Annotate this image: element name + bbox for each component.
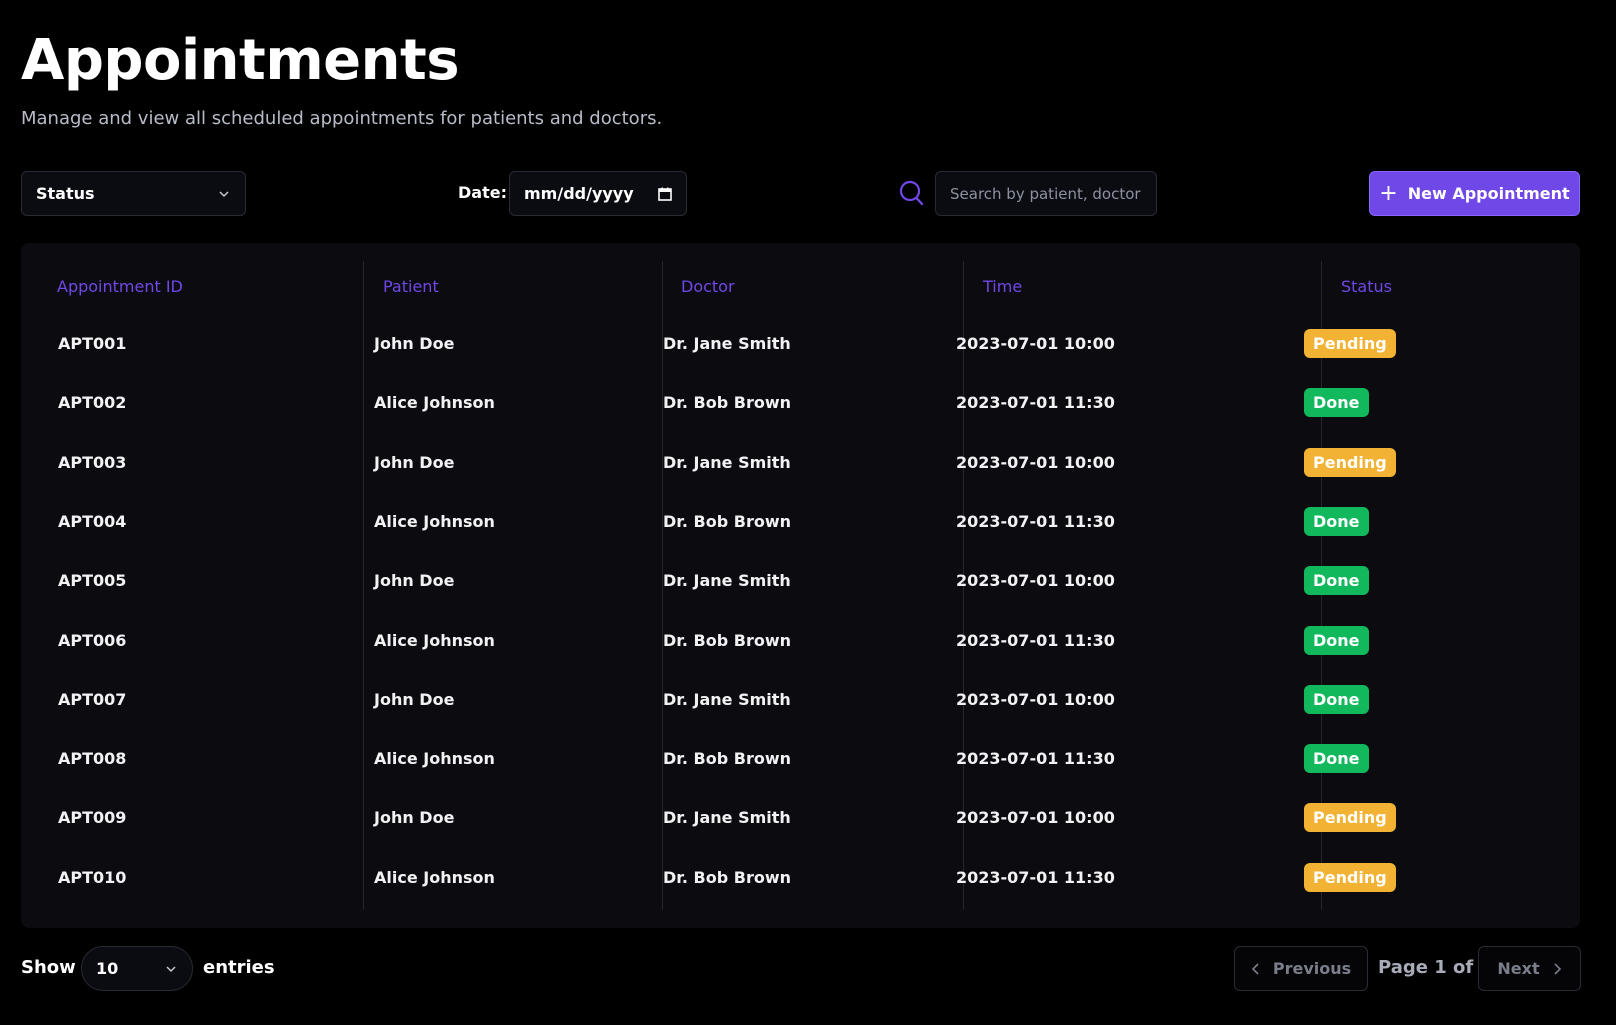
chevron-right-icon	[1554, 962, 1561, 975]
entries-per-page-select[interactable]: 10	[81, 946, 193, 991]
date-filter-input[interactable]: mm/dd/yyyy	[509, 171, 687, 216]
table-cell-patient: Alice Johnson	[374, 393, 495, 412]
status-filter-select[interactable]: Status	[21, 171, 246, 216]
next-page-button[interactable]: Next	[1478, 946, 1581, 991]
table-cell-patient: Alice Johnson	[374, 749, 495, 768]
entries-per-page-value: 10	[96, 959, 119, 978]
table-cell-doctor: Dr. Bob Brown	[663, 393, 791, 412]
status-badge: Done	[1304, 388, 1369, 417]
column-header-patient[interactable]: Patient	[383, 277, 439, 296]
chevron-down-icon	[166, 965, 176, 972]
table-cell-patient: John Doe	[374, 453, 455, 472]
status-badge: Done	[1304, 626, 1369, 655]
column-header-time[interactable]: Time	[983, 277, 1022, 296]
table-cell-time: 2023-07-01 11:30	[956, 749, 1115, 768]
status-badge: Done	[1304, 507, 1369, 536]
status-badge: Pending	[1304, 863, 1396, 892]
status-badge: Done	[1304, 566, 1369, 595]
new-appointment-label: New Appointment	[1407, 184, 1570, 203]
table-cell-time: 2023-07-01 10:00	[956, 690, 1115, 709]
table-cell-doctor: Dr. Bob Brown	[663, 512, 791, 531]
search-icon[interactable]	[898, 178, 926, 208]
table-cell-appointment-id: APT004	[58, 512, 127, 531]
table-cell-time: 2023-07-01 10:00	[956, 334, 1115, 353]
table-cell-patient: John Doe	[374, 334, 455, 353]
table-cell-doctor: Dr. Jane Smith	[663, 808, 791, 827]
table-cell-appointment-id: APT002	[58, 393, 127, 412]
column-divider	[363, 261, 364, 910]
table-cell-appointment-id: APT008	[58, 749, 127, 768]
column-header-doctor[interactable]: Doctor	[681, 277, 735, 296]
table-cell-doctor: Dr. Jane Smith	[663, 571, 791, 590]
status-badge: Pending	[1304, 803, 1396, 832]
search-input[interactable]	[935, 171, 1157, 216]
page-indicator: Page 1 of 1	[1378, 957, 1492, 978]
table-cell-patient: John Doe	[374, 690, 455, 709]
page-subtitle: Manage and view all scheduled appointmen…	[21, 108, 663, 129]
status-badge: Done	[1304, 744, 1369, 773]
date-filter-value: mm/dd/yyyy	[524, 184, 634, 203]
table-cell-patient: Alice Johnson	[374, 868, 495, 887]
new-appointment-button[interactable]: + New Appointment	[1369, 171, 1580, 216]
table-cell-time: 2023-07-01 10:00	[956, 808, 1115, 827]
table-cell-time: 2023-07-01 10:00	[956, 453, 1115, 472]
table-cell-appointment-id: APT003	[58, 453, 127, 472]
entries-label: entries	[203, 957, 275, 978]
table-cell-patient: Alice Johnson	[374, 631, 495, 650]
table-cell-patient: John Doe	[374, 808, 455, 827]
plus-icon: +	[1379, 180, 1398, 206]
previous-page-button[interactable]: Previous	[1234, 946, 1368, 991]
table-cell-time: 2023-07-01 11:30	[956, 393, 1115, 412]
date-filter-label: Date:	[458, 183, 507, 202]
table-cell-time: 2023-07-01 11:30	[956, 868, 1115, 887]
column-header-appointment-id[interactable]: Appointment ID	[57, 277, 183, 296]
show-label: Show	[21, 957, 76, 978]
table-cell-doctor: Dr. Jane Smith	[663, 453, 791, 472]
page-title: Appointments	[21, 28, 460, 93]
status-badge: Done	[1304, 685, 1369, 714]
table-cell-time: 2023-07-01 11:30	[956, 512, 1115, 531]
table-cell-appointment-id: APT001	[58, 334, 127, 353]
table-cell-appointment-id: APT005	[58, 571, 127, 590]
table-cell-doctor: Dr. Bob Brown	[663, 868, 791, 887]
table-cell-doctor: Dr. Bob Brown	[663, 631, 791, 650]
status-badge: Pending	[1304, 448, 1396, 477]
table-cell-patient: Alice Johnson	[374, 512, 495, 531]
table-cell-doctor: Dr. Jane Smith	[663, 334, 791, 353]
calendar-icon[interactable]	[658, 187, 672, 201]
table-cell-appointment-id: APT006	[58, 631, 127, 650]
appointments-table: Appointment ID Patient Doctor Time Statu…	[21, 243, 1580, 928]
table-cell-doctor: Dr. Jane Smith	[663, 690, 791, 709]
chevron-down-icon	[219, 190, 229, 197]
table-cell-time: 2023-07-01 11:30	[956, 631, 1115, 650]
table-cell-patient: John Doe	[374, 571, 455, 590]
status-badge: Pending	[1304, 329, 1396, 358]
table-cell-time: 2023-07-01 10:00	[956, 571, 1115, 590]
previous-page-label: Previous	[1272, 959, 1352, 978]
table-cell-appointment-id: APT007	[58, 690, 127, 709]
table-cell-appointment-id: APT009	[58, 808, 127, 827]
appointments-page: Appointments Manage and view all schedul…	[0, 0, 1616, 1025]
status-filter-label: Status	[36, 184, 95, 203]
column-header-status[interactable]: Status	[1341, 277, 1392, 296]
chevron-left-icon	[1251, 962, 1259, 975]
next-page-label: Next	[1497, 959, 1540, 978]
table-cell-doctor: Dr. Bob Brown	[663, 749, 791, 768]
table-cell-appointment-id: APT010	[58, 868, 127, 887]
